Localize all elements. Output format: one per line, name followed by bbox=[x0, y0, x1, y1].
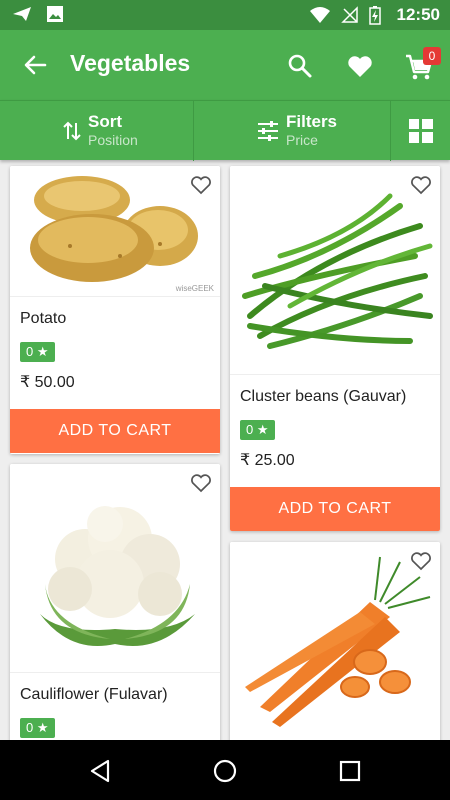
product-image bbox=[10, 464, 220, 673]
cart-count-badge: 0 bbox=[423, 47, 441, 65]
sort-arrows-icon bbox=[63, 121, 81, 141]
no-signal-icon bbox=[340, 6, 358, 23]
carrot-image bbox=[245, 556, 431, 727]
status-bar: 12:50 bbox=[0, 0, 450, 30]
product-name: Potato bbox=[20, 310, 67, 327]
add-to-cart-button[interactable]: ADD TO CART bbox=[10, 409, 220, 453]
filters-value: Price bbox=[286, 132, 318, 148]
recents-square-icon[interactable] bbox=[337, 758, 363, 784]
sort-button[interactable]: Sort Position bbox=[0, 101, 194, 161]
wifi-icon bbox=[309, 7, 330, 23]
filters-button[interactable]: Filters Price bbox=[194, 101, 391, 161]
rating-badge: 0 ★ bbox=[20, 342, 55, 362]
rating-badge: 0 ★ bbox=[240, 420, 275, 440]
view-toggle-button[interactable] bbox=[391, 101, 450, 161]
favorite-outline-icon[interactable] bbox=[410, 550, 432, 572]
grid-view-icon bbox=[409, 119, 433, 143]
home-circle-icon[interactable] bbox=[212, 758, 238, 784]
favorite-outline-icon[interactable] bbox=[190, 174, 212, 196]
sort-label: Sort bbox=[88, 112, 122, 131]
product-image bbox=[230, 542, 440, 740]
sort-filter-bar: Sort Position Filters Price bbox=[0, 100, 450, 161]
wishlist-heart-icon[interactable] bbox=[346, 52, 374, 80]
add-to-cart-button[interactable]: ADD TO CART bbox=[230, 487, 440, 531]
product-price: ₹ 25.00 bbox=[240, 452, 295, 469]
favorite-outline-icon[interactable] bbox=[190, 472, 212, 494]
image-icon bbox=[47, 6, 63, 22]
beans-image bbox=[242, 193, 433, 349]
potato-image bbox=[30, 176, 198, 282]
image-watermark: wiseGEEK bbox=[175, 284, 214, 293]
app-bar: Vegetables 0 bbox=[0, 30, 450, 100]
send-icon bbox=[13, 7, 31, 21]
product-card[interactable]: Cluster beans (Gauvar) 0 ★ ₹ 25.00 ADD T… bbox=[230, 166, 440, 531]
status-time: 12:50 bbox=[396, 5, 440, 24]
cauliflower-image bbox=[40, 506, 195, 646]
search-icon[interactable] bbox=[286, 52, 314, 80]
product-image: wiseGEEK bbox=[10, 166, 220, 297]
tune-icon bbox=[258, 121, 278, 141]
product-grid: wiseGEEK Potato 0 ★ ₹ 50.00 ADD TO CART bbox=[0, 160, 450, 740]
product-price: ₹ 50.00 bbox=[20, 374, 75, 391]
product-name: Cluster beans (Gauvar) bbox=[240, 388, 407, 405]
system-nav-bar bbox=[0, 740, 450, 800]
back-arrow-icon[interactable] bbox=[20, 50, 50, 80]
back-triangle-icon[interactable] bbox=[88, 758, 114, 784]
product-card[interactable]: wiseGEEK Potato 0 ★ ₹ 50.00 ADD TO CART bbox=[10, 166, 220, 454]
product-card[interactable] bbox=[230, 542, 440, 740]
filters-label: Filters bbox=[286, 112, 338, 131]
rating-badge: 0 ★ bbox=[20, 718, 55, 738]
product-card[interactable]: Cauliflower (Fulavar) 0 ★ bbox=[10, 464, 220, 740]
favorite-outline-icon[interactable] bbox=[410, 174, 432, 196]
product-name: Cauliflower (Fulavar) bbox=[20, 686, 168, 703]
product-image bbox=[230, 166, 440, 375]
battery-charging-icon bbox=[368, 6, 381, 25]
page-title: Vegetables bbox=[70, 50, 191, 76]
sort-value: Position bbox=[88, 132, 138, 148]
